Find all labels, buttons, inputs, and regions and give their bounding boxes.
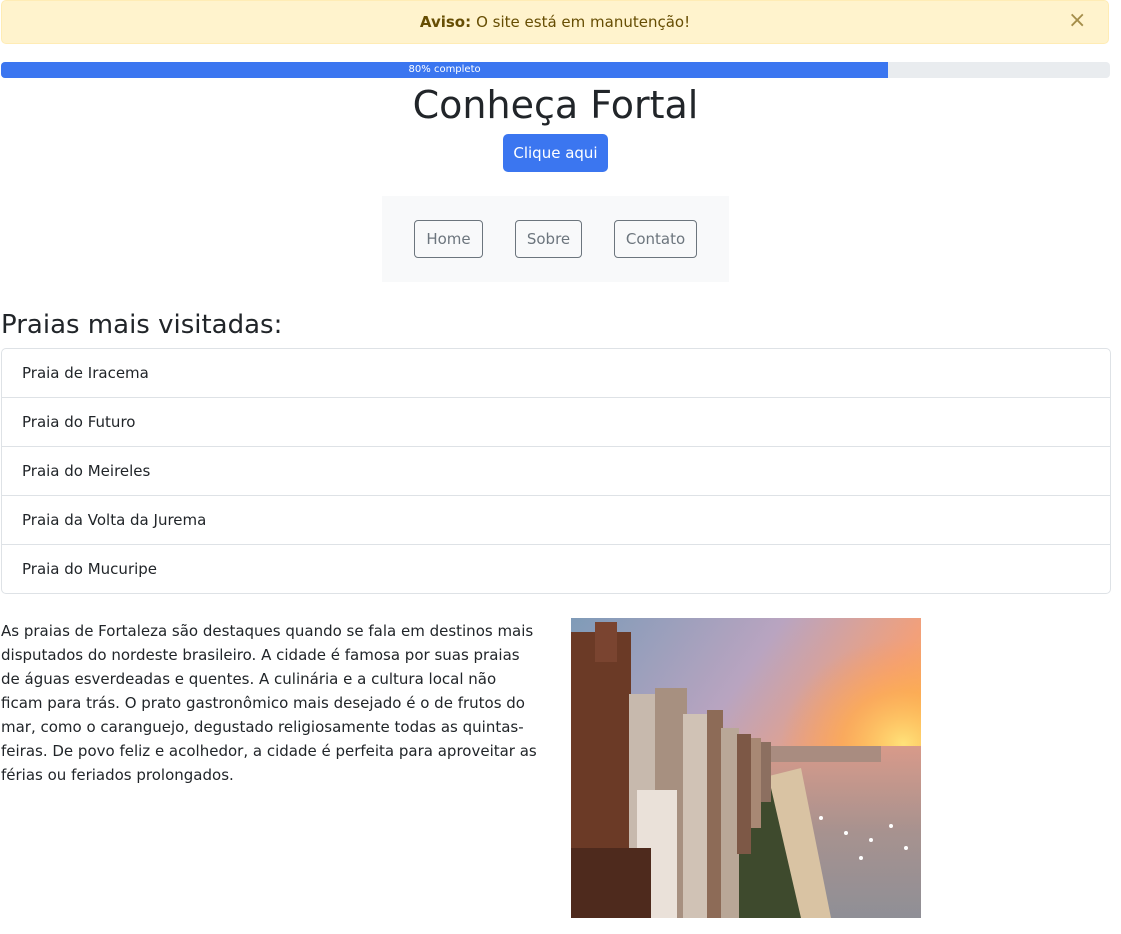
list-item: Praia de Iracema (2, 349, 1110, 398)
beaches-heading: Praias mais visitadas: (1, 310, 283, 340)
page-title: Conheça Fortal (412, 83, 699, 127)
click-here-button[interactable]: Clique aqui (503, 134, 608, 172)
progress-bar-track: 80% completo (1, 62, 1110, 78)
close-icon[interactable]: × (1068, 10, 1086, 32)
nav-about-button[interactable]: Sobre (515, 220, 582, 258)
list-item: Praia do Futuro (2, 398, 1110, 447)
description-paragraph: As praias de Fortaleza são destaques qua… (1, 622, 537, 784)
alert-label: Aviso: (419, 13, 472, 31)
progress-label: 80% completo (408, 64, 481, 75)
beach-list: Praia de Iracema Praia do Futuro Praia d… (1, 348, 1111, 594)
list-item: Praia da Volta da Jurema (2, 496, 1110, 545)
alert-message: O site está em manutenção! (476, 13, 691, 31)
nav-contact-button[interactable]: Contato (614, 220, 697, 258)
list-item: Praia do Meireles (2, 447, 1110, 496)
maintenance-alert: Aviso: O site está em manutenção! × (1, 0, 1109, 44)
fortaleza-photo (571, 618, 921, 918)
progress-bar-fill: 80% completo (1, 62, 889, 78)
list-item: Praia do Mucuripe (22, 560, 158, 578)
nav-home-button[interactable]: Home (414, 220, 483, 258)
nav-bar: Home Sobre Contato (382, 196, 729, 282)
